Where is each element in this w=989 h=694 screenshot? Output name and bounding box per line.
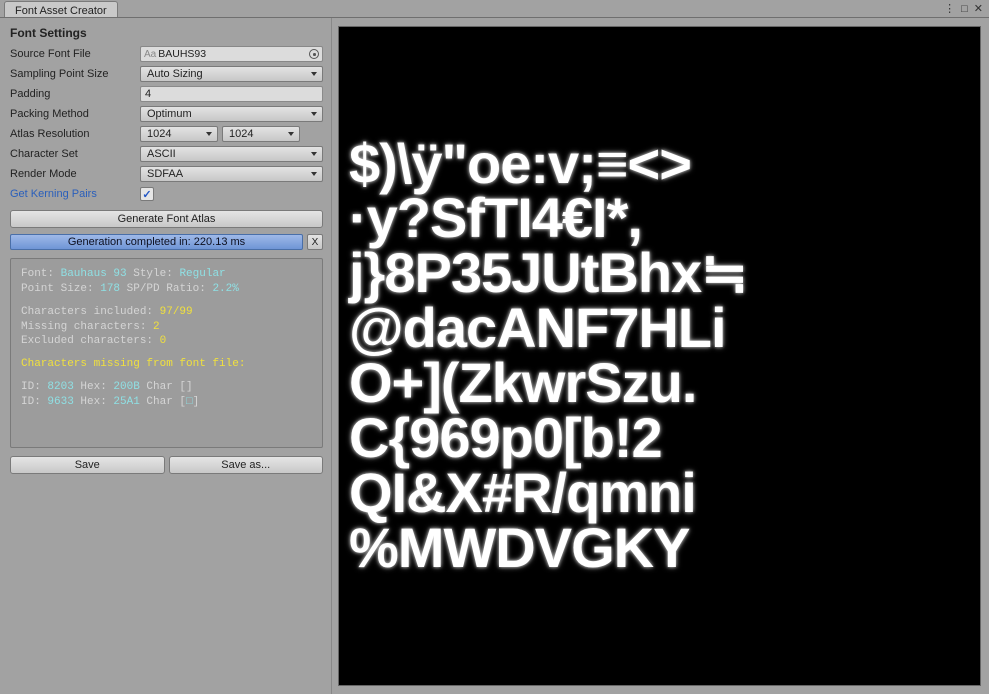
object-picker-icon[interactable] bbox=[309, 49, 319, 59]
sampling-dropdown[interactable]: Auto Sizing bbox=[140, 66, 323, 82]
section-header: Font Settings bbox=[10, 24, 323, 44]
charset-dropdown[interactable]: ASCII bbox=[140, 146, 323, 162]
right-panel: $)\ÿ"oe:v;≡<> ·y?SfTI4€I*, j}8P35JUtBhx≒… bbox=[332, 18, 989, 694]
settings-rows: Source Font File Aa BAUHS93 Sampling Poi… bbox=[10, 44, 323, 204]
window-tab[interactable]: Font Asset Creator bbox=[4, 1, 118, 17]
atlas-glyphs: $)\ÿ"oe:v;≡<> ·y?SfTI4€I*, j}8P35JUtBhx≒… bbox=[349, 137, 970, 576]
generation-progress: Generation completed in: 220.13 ms bbox=[10, 234, 303, 250]
packing-label: Packing Method bbox=[10, 108, 136, 120]
source-font-value: BAUHS93 bbox=[158, 48, 206, 60]
font-asset-creator-window: Font Asset Creator ⋮ □ ✕ Font Settings S… bbox=[0, 0, 989, 694]
missing-chars-header: Characters missing from font file: bbox=[21, 357, 312, 372]
font-atlas-preview: $)\ÿ"oe:v;≡<> ·y?SfTI4€I*, j}8P35JUtBhx≒… bbox=[338, 26, 981, 686]
source-font-field[interactable]: Aa BAUHS93 bbox=[140, 46, 323, 62]
sampling-label: Sampling Point Size bbox=[10, 68, 136, 80]
check-icon: ✓ bbox=[142, 188, 151, 201]
save-as-button[interactable]: Save as... bbox=[169, 456, 324, 474]
menu-icon[interactable]: ⋮ bbox=[944, 2, 955, 15]
generation-info-box: Font: Bauhaus 93 Style: Regular Point Si… bbox=[10, 258, 323, 448]
charset-label: Character Set bbox=[10, 148, 136, 160]
source-font-label: Source Font File bbox=[10, 48, 136, 60]
kerning-label: Get Kerning Pairs bbox=[10, 188, 136, 200]
kerning-checkbox[interactable]: ✓ bbox=[140, 187, 154, 201]
titlebar: Font Asset Creator ⋮ □ ✕ bbox=[0, 0, 989, 18]
window-body: Font Settings Source Font File Aa BAUHS9… bbox=[0, 18, 989, 694]
save-button[interactable]: Save bbox=[10, 456, 165, 474]
close-icon[interactable]: ✕ bbox=[974, 2, 983, 15]
packing-dropdown[interactable]: Optimum bbox=[140, 106, 323, 122]
atlas-width-dropdown[interactable]: 1024 bbox=[140, 126, 218, 142]
progress-close-button[interactable]: X bbox=[307, 234, 323, 250]
generate-font-atlas-button[interactable]: Generate Font Atlas bbox=[10, 210, 323, 228]
font-prefix: Aa bbox=[144, 49, 156, 60]
render-mode-label: Render Mode bbox=[10, 168, 136, 180]
render-mode-dropdown[interactable]: SDFAA bbox=[140, 166, 323, 182]
maximize-icon[interactable]: □ bbox=[961, 3, 968, 15]
padding-label: Padding bbox=[10, 88, 136, 100]
atlas-res-label: Atlas Resolution bbox=[10, 128, 136, 140]
left-panel: Font Settings Source Font File Aa BAUHS9… bbox=[0, 18, 332, 694]
padding-input[interactable]: 4 bbox=[140, 86, 323, 102]
atlas-height-dropdown[interactable]: 1024 bbox=[222, 126, 300, 142]
